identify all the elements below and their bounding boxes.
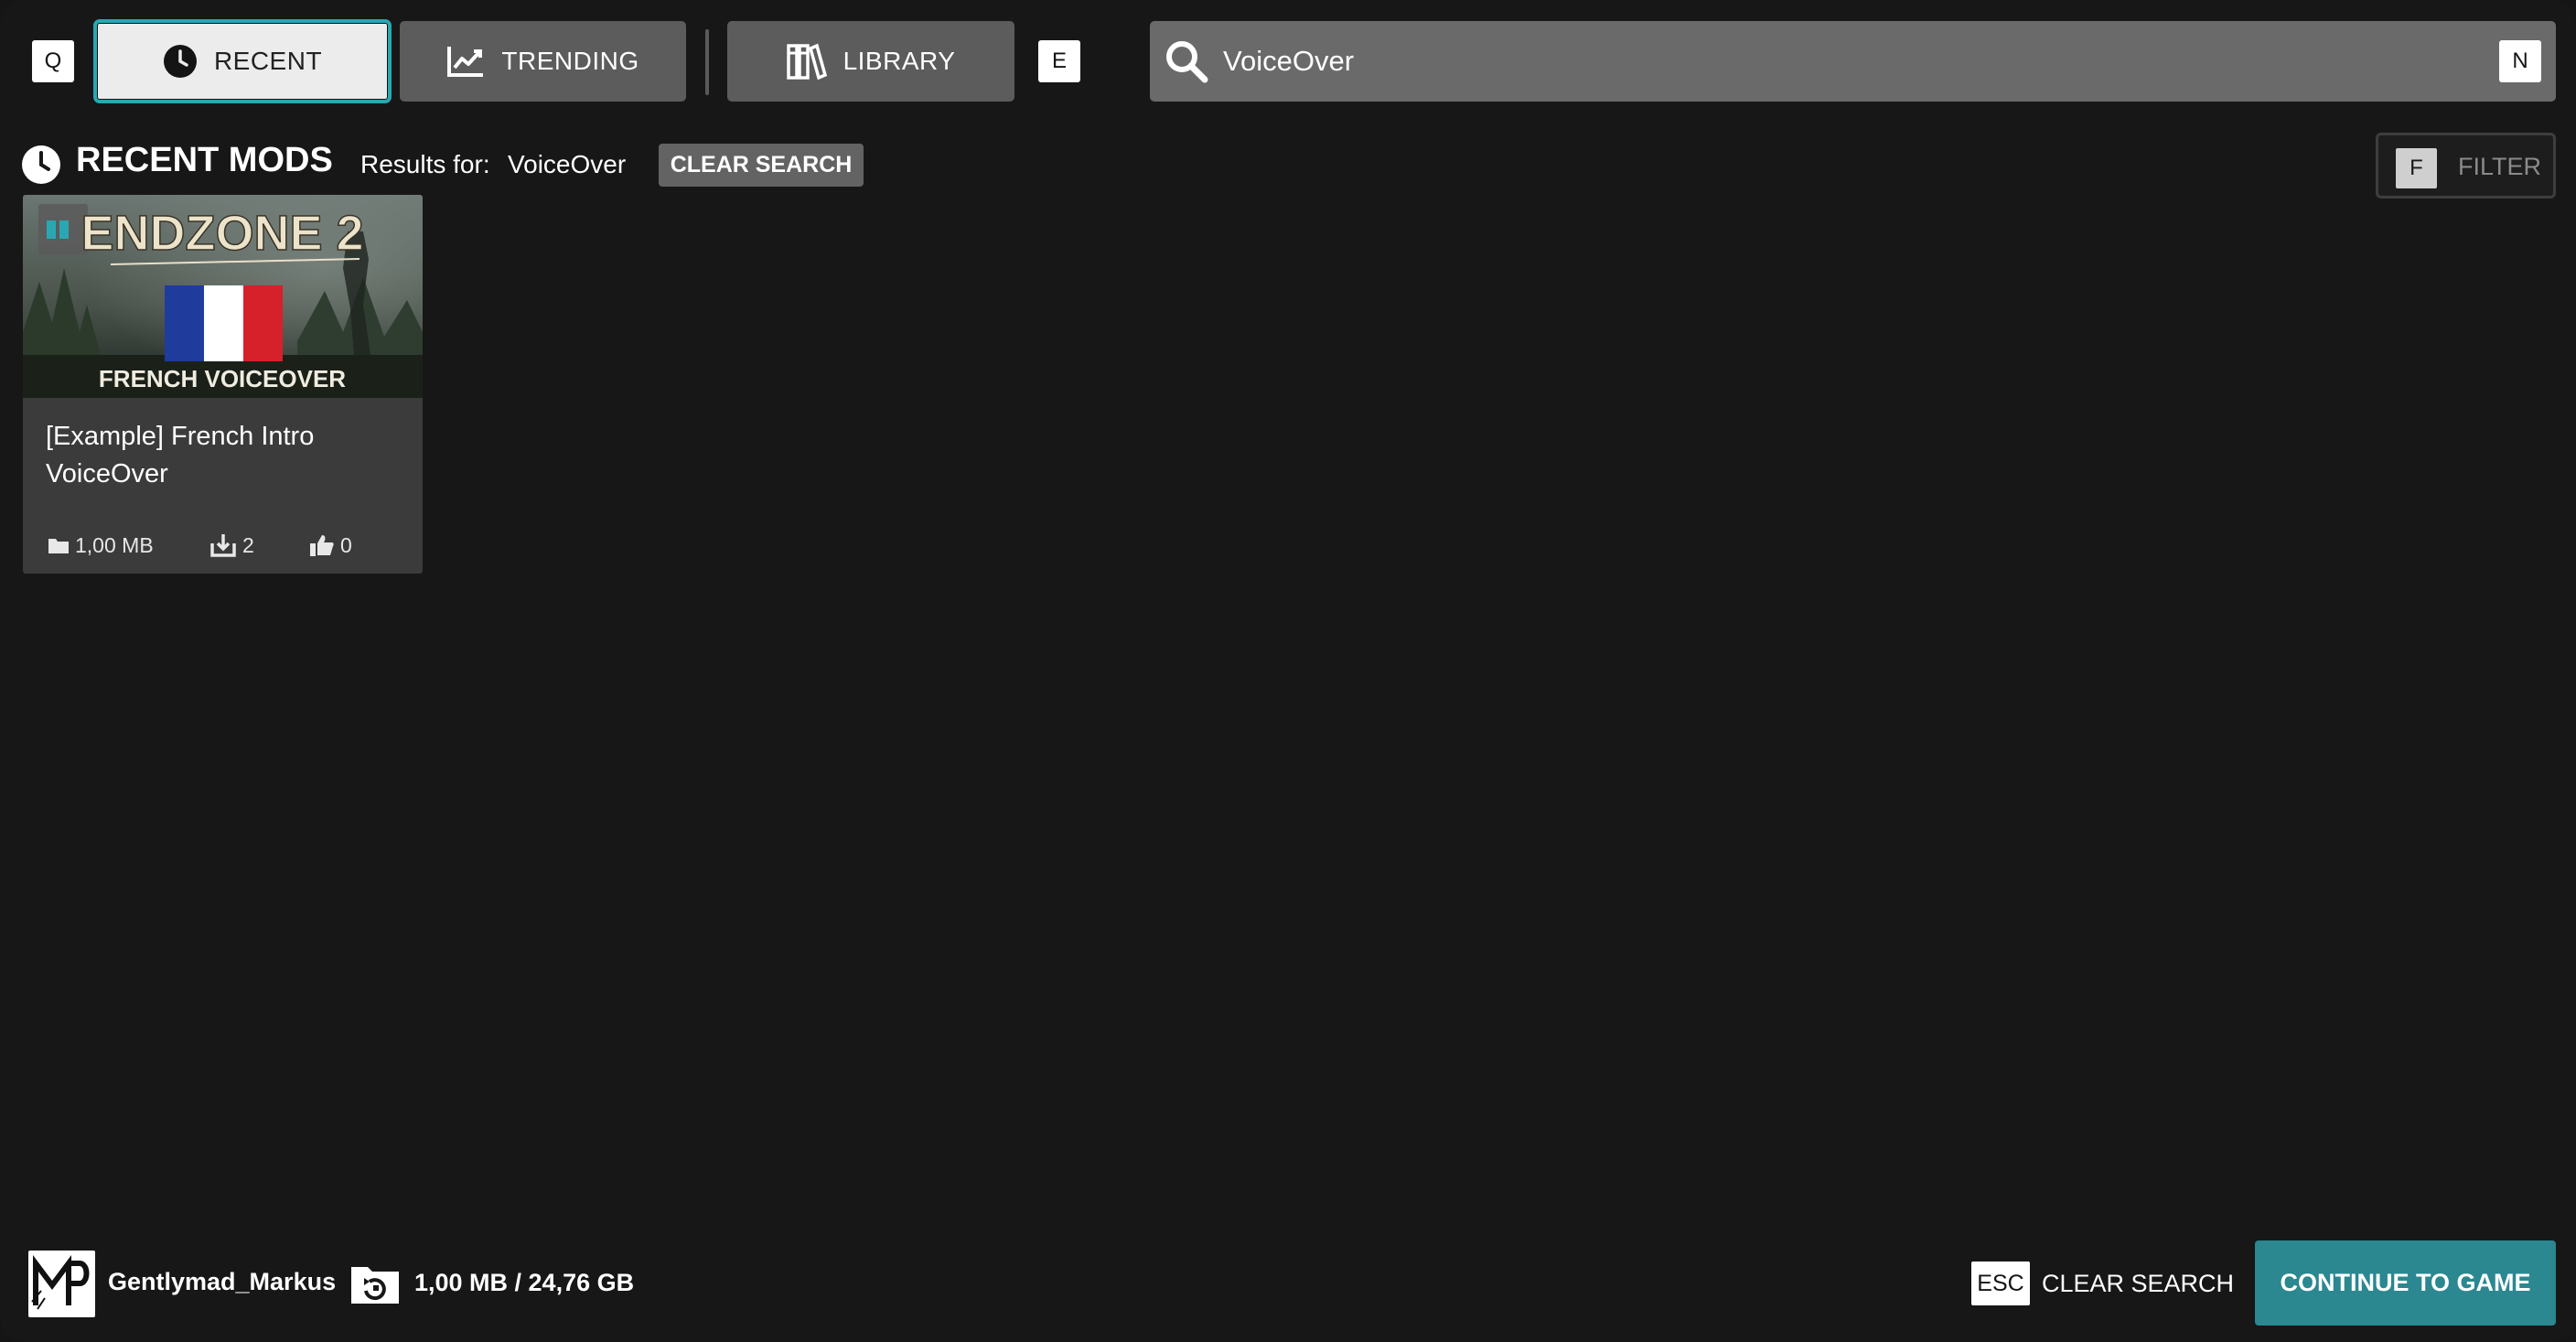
flag-red-stripe	[243, 285, 283, 361]
flag-blue-stripe	[165, 285, 204, 361]
section-title: RECENT MODS	[76, 141, 333, 179]
tab-trending[interactable]: TRENDING	[400, 21, 686, 102]
storage-folder-icon	[349, 1261, 401, 1310]
storage-usage: 1,00 MB / 24,76 GB	[414, 1269, 635, 1296]
mod-downloads-value: 2	[242, 532, 254, 557]
search-bar[interactable]: N	[1150, 21, 2556, 102]
clear-search-button[interactable]: CLEAR SEARCH	[2042, 1270, 2234, 1298]
mod-card[interactable]: ENDZONE 2 FRENCH VOICEOVER [Example] Fre…	[23, 195, 423, 574]
mod-browser-window: Q RECENT TRENDING LIBRARY E VoiceOver N …	[0, 0, 2576, 1342]
avatar	[28, 1251, 95, 1317]
folder-icon	[48, 536, 70, 554]
search-icon	[1163, 38, 1210, 90]
tab-divider	[705, 29, 709, 95]
trending-chart-icon	[446, 45, 485, 78]
results-label: Results for:	[360, 150, 490, 178]
filter-label: FILTER	[2458, 153, 2542, 180]
continue-to-game-button[interactable]: CONTINUE TO GAME	[2255, 1240, 2556, 1326]
library-books-icon	[786, 43, 827, 80]
filter-key-hint: F	[2396, 148, 2437, 188]
username: Gentlymad_Markus	[108, 1268, 337, 1295]
mod-size-value: 1,00 MB	[75, 532, 154, 557]
next-tab-key-hint: E	[1038, 40, 1080, 82]
filter-button[interactable]: F FILTER	[2376, 133, 2556, 199]
search-key-hint: N	[2499, 40, 2541, 82]
mod-size: 1,00 MB	[48, 531, 154, 559]
search-input[interactable]	[1223, 32, 2412, 91]
mod-likes: 0	[309, 531, 352, 559]
prev-tab-key-hint: Q	[32, 40, 74, 82]
section-clock-icon	[21, 145, 61, 189]
tab-trending-label: TRENDING	[501, 47, 639, 75]
clear-search-chip[interactable]: CLEAR SEARCH	[659, 144, 864, 187]
tab-recent-label: RECENT	[213, 47, 323, 75]
download-icon	[209, 532, 237, 558]
mod-thumbnail: ENDZONE 2 FRENCH VOICEOVER	[23, 195, 423, 398]
clock-icon	[163, 44, 198, 79]
results-query: VoiceOver	[508, 150, 627, 178]
thumbs-up-icon	[309, 533, 335, 557]
flag-white-stripe	[204, 285, 243, 361]
tab-library-label: LIBRARY	[843, 47, 956, 75]
mod-title: [Example] French Intro VoiceOver	[46, 422, 315, 488]
thumb-game-title: ENDZONE 2	[80, 206, 363, 261]
tab-library[interactable]: LIBRARY	[727, 21, 1014, 102]
mod-likes-value: 0	[340, 532, 352, 557]
tab-recent[interactable]: RECENT	[93, 19, 392, 103]
esc-key-hint: ESC	[1971, 1261, 2030, 1305]
mod-downloads: 2	[209, 531, 254, 559]
thumb-caption: FRENCH VOICEOVER	[99, 365, 346, 392]
